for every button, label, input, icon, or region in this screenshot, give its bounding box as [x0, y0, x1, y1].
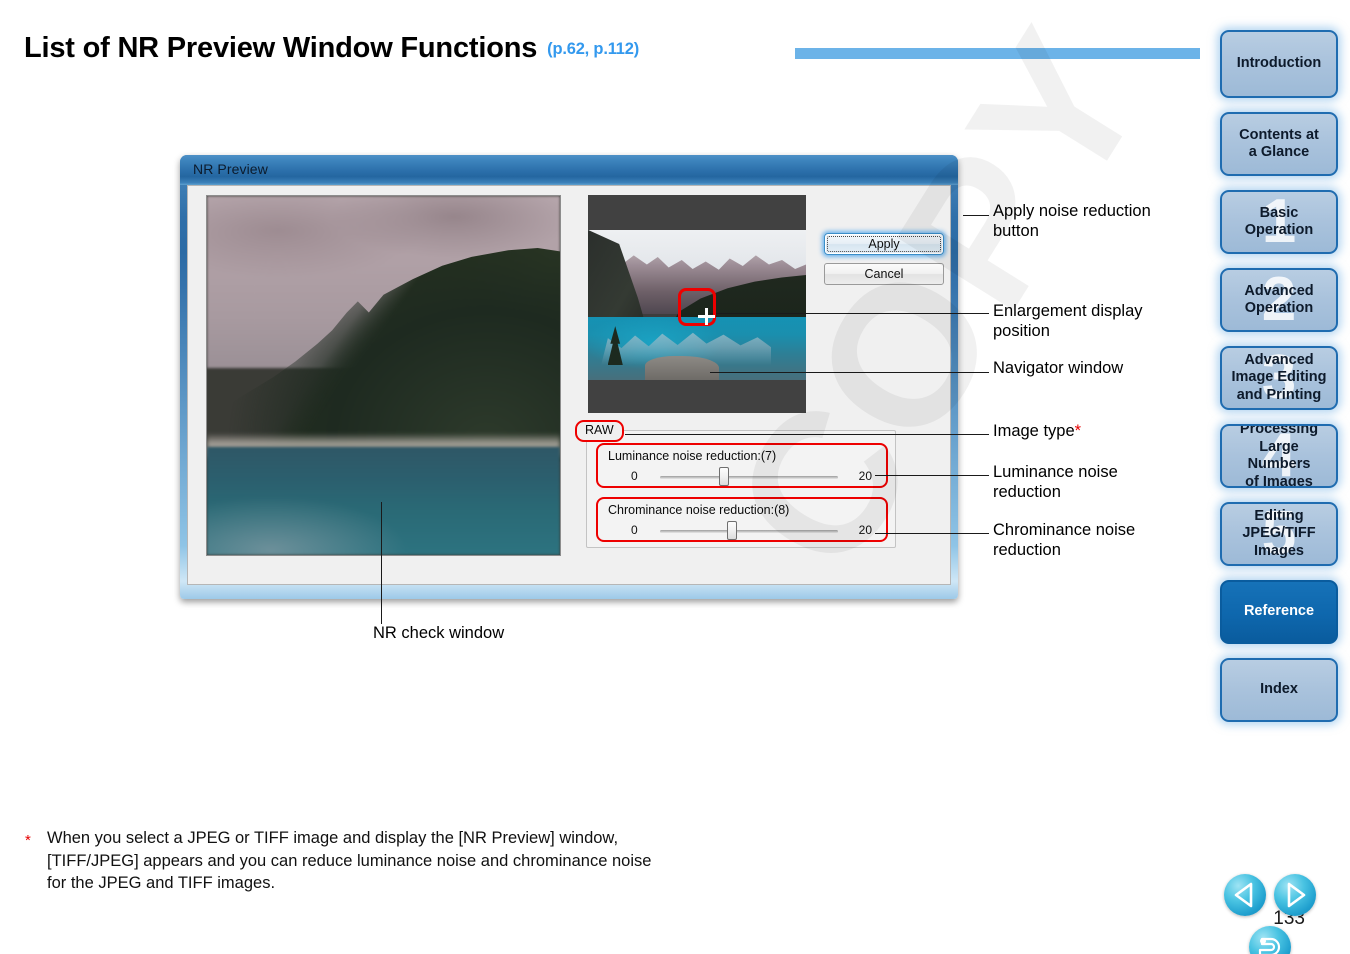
window-title: NR Preview: [193, 161, 268, 177]
tab-basic-operation-label: Basic Operation: [1244, 204, 1314, 239]
callout-chrominance: Chrominance noise reduction: [993, 520, 1135, 560]
navigator-rock: [644, 356, 719, 381]
tab-advanced-operation[interactable]: 2 Advanced Operation: [1220, 268, 1338, 332]
callout-luminance: Luminance noise reduction: [993, 462, 1118, 502]
leader-line-nr-check-window: [381, 502, 382, 624]
focus-ring: [827, 236, 941, 252]
window-client-area: Apply Cancel RAW Luminance noise reducti…: [187, 0, 1188, 606]
tab-introduction-label: Introduction: [1236, 55, 1322, 72]
manual-page: List of NR Preview Window Functions (p.62…: [0, 0, 1350, 954]
chrominance-slider-max: 20: [858, 523, 872, 537]
luminance-slider-max: 20: [858, 469, 872, 483]
callout-enlargement-line1: Enlargement display: [993, 302, 1143, 320]
chrominance-slider-label: Chrominance noise reduction:(8): [608, 503, 790, 517]
page-title: List of NR Preview Window Functions (p.62…: [24, 32, 639, 65]
preview-water: [207, 447, 560, 555]
section-tab-rail: Introduction Contents at a Glance 1 Basic Ope…: [1215, 30, 1345, 736]
callout-image-type-asterisk: *: [1074, 422, 1082, 440]
callout-luminance-line2: reduction: [993, 483, 1061, 501]
next-page-button[interactable]: [1274, 874, 1316, 916]
tab-reference[interactable]: Reference: [1220, 580, 1338, 644]
tab-contents-at-a-glance-label: Contents at a Glance: [1239, 126, 1319, 161]
leader-line-navigator: [710, 372, 989, 373]
footnote: * When you select a JPEG or TIFF image a…: [25, 827, 665, 895]
tab-index-label: Index: [1260, 681, 1298, 698]
leader-line-enlargement: [710, 313, 989, 314]
triangle-right-icon: [1287, 882, 1306, 908]
tab-processing-large-numbers-of-images[interactable]: 4 Processing Large Numbers of Images: [1220, 424, 1338, 488]
enlargement-display-position-marker[interactable]: [678, 288, 716, 326]
chrominance-noise-reduction-control: Chrominance noise reduction:(8) 0 20: [596, 497, 888, 542]
window-titlebar[interactable]: NR Preview: [180, 155, 958, 185]
chrominance-slider-thumb[interactable]: [727, 521, 738, 540]
tab-index[interactable]: Index: [1220, 658, 1338, 722]
callout-enlargement-position: Enlargement display position: [993, 301, 1143, 341]
page-title-text: List of NR Preview Window Functions: [24, 32, 538, 64]
leader-line-luminance: [875, 475, 989, 476]
callout-chrominance-line2: reduction: [993, 541, 1061, 559]
back-history-button[interactable]: [1249, 926, 1291, 954]
luminance-slider-label: Luminance noise reduction:(7): [608, 449, 777, 463]
tab-editing-jpeg-tiff-images-label: Editing JPEG/TIFF Images: [1242, 507, 1316, 559]
cancel-button[interactable]: Cancel: [824, 263, 944, 285]
title-accent-rule: [795, 48, 1200, 59]
luminance-noise-reduction-control: Luminance noise reduction:(7) 0 20: [596, 443, 888, 488]
tab-basic-operation[interactable]: 1 Basic Operation: [1220, 190, 1338, 254]
navigator-letterbox-bottom: [588, 380, 806, 413]
leader-line-image-type: [625, 434, 989, 435]
tab-contents-at-a-glance[interactable]: Contents at a Glance: [1220, 112, 1338, 176]
callout-luminance-line1: Luminance noise: [993, 463, 1118, 481]
tab-introduction[interactable]: Introduction: [1220, 30, 1338, 98]
luminance-slider-min: 0: [631, 469, 638, 483]
callout-navigator-label: Navigator window: [993, 359, 1124, 377]
callout-apply-button: Apply noise reduction button: [993, 201, 1151, 241]
nr-check-window[interactable]: [206, 195, 561, 556]
tab-advanced-operation-label: Advanced Operation: [1244, 282, 1314, 317]
tab-advanced-image-editing-and-printing-label: Advanced Image Editing and Printing: [1231, 351, 1327, 403]
crosshair-icon: [698, 308, 715, 325]
callout-chrominance-line1: Chrominance noise: [993, 521, 1136, 539]
callout-image-type: Image type*: [993, 421, 1081, 441]
apply-button[interactable]: Apply: [824, 233, 944, 255]
footnote-text: When you select a JPEG or TIFF image and…: [47, 829, 652, 892]
return-arrow-icon: [1258, 937, 1281, 954]
callout-image-type-label: Image type: [993, 422, 1075, 440]
chrominance-slider-min: 0: [631, 523, 638, 537]
nr-preview-window: NR Preview Apply Cancel RAW Luminance no…: [180, 0, 1188, 606]
triangle-left-icon: [1234, 882, 1253, 908]
noise-reduction-group: RAW Luminance noise reduction:(7) 0 20 C…: [575, 420, 896, 548]
footnote-asterisk: *: [25, 832, 31, 849]
tab-processing-large-numbers-of-images-label: Processing Large Numbers of Images: [1239, 424, 1319, 488]
cancel-button-label: Cancel: [864, 267, 904, 281]
callout-enlargement-line2: position: [993, 322, 1050, 340]
callout-apply-line1: Apply noise reduction: [993, 202, 1151, 220]
luminance-slider-track[interactable]: [660, 467, 838, 486]
tab-editing-jpeg-tiff-images[interactable]: 5 Editing JPEG/TIFF Images: [1220, 502, 1338, 566]
callout-nr-check-window: NR check window: [373, 623, 504, 643]
leader-line-chrominance: [875, 533, 989, 534]
chrominance-slider-track[interactable]: [660, 521, 838, 540]
callout-navigator-window: Navigator window: [993, 358, 1123, 378]
callout-nr-check-label: NR check window: [373, 624, 505, 642]
navigator-window[interactable]: [588, 195, 806, 413]
leader-line-apply: [963, 215, 989, 216]
tab-advanced-image-editing-and-printing[interactable]: 3 Advanced Image Editing and Printing: [1220, 346, 1338, 410]
navigator-letterbox-top: [588, 195, 806, 230]
page-reference-links[interactable]: (p.62, p.112): [547, 40, 639, 58]
callout-apply-line2: button: [993, 222, 1039, 240]
luminance-slider-thumb[interactable]: [718, 467, 729, 486]
tab-reference-label: Reference: [1243, 603, 1315, 620]
image-type-badge: RAW: [575, 420, 624, 442]
previous-page-button[interactable]: [1224, 874, 1266, 916]
